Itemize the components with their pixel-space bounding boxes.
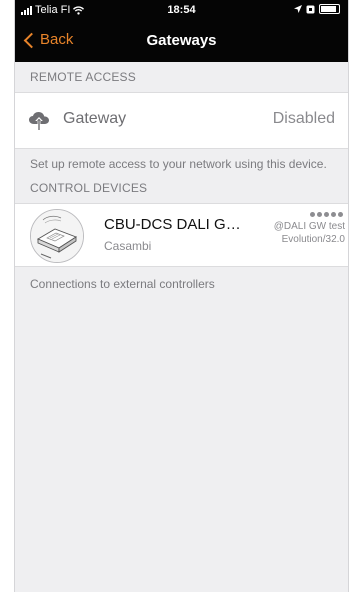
device-details: @DALI GW test Evolution/32.0 bbox=[274, 209, 345, 246]
battery-icon bbox=[319, 4, 340, 14]
device-image bbox=[30, 208, 84, 263]
control-devices-header: CONTROL DEVICES bbox=[30, 180, 148, 195]
alarm-icon bbox=[306, 5, 315, 13]
gateway-remote-access-row[interactable]: Gateway Disabled bbox=[15, 92, 348, 149]
back-button[interactable]: Back bbox=[23, 31, 73, 48]
location-icon bbox=[294, 5, 302, 13]
device-firmware: Evolution/32.0 bbox=[281, 233, 345, 245]
control-devices-footer: Connections to external controllers bbox=[30, 276, 215, 291]
gateway-label: Gateway bbox=[63, 110, 127, 127]
chevron-left-icon bbox=[23, 32, 40, 48]
phone-screen: Telia FI 18:54 Back Gateways REMOTE ACCE… bbox=[14, 0, 349, 592]
control-device-row[interactable]: CBU-DCS DALI Gateway Casambi @DALI GW te… bbox=[15, 202, 348, 267]
cloud-upload-icon bbox=[28, 111, 50, 136]
device-vendor: Casambi bbox=[104, 238, 152, 253]
gateway-status-value: Disabled bbox=[272, 110, 335, 127]
device-name: CBU-DCS DALI Gateway bbox=[104, 215, 249, 233]
navigation-bar: Back Gateways bbox=[15, 22, 348, 62]
back-label: Back bbox=[40, 31, 74, 48]
status-right bbox=[294, 4, 340, 14]
remote-access-header: REMOTE ACCESS bbox=[30, 70, 136, 84]
remote-access-footer: Set up remote access to your network usi… bbox=[30, 157, 327, 171]
top-bar: Telia FI 18:54 Back Gateways bbox=[15, 0, 348, 62]
status-bar: Telia FI 18:54 bbox=[15, 0, 348, 22]
device-network: @DALI GW test bbox=[273, 220, 345, 232]
signal-dots-icon bbox=[274, 209, 345, 220]
